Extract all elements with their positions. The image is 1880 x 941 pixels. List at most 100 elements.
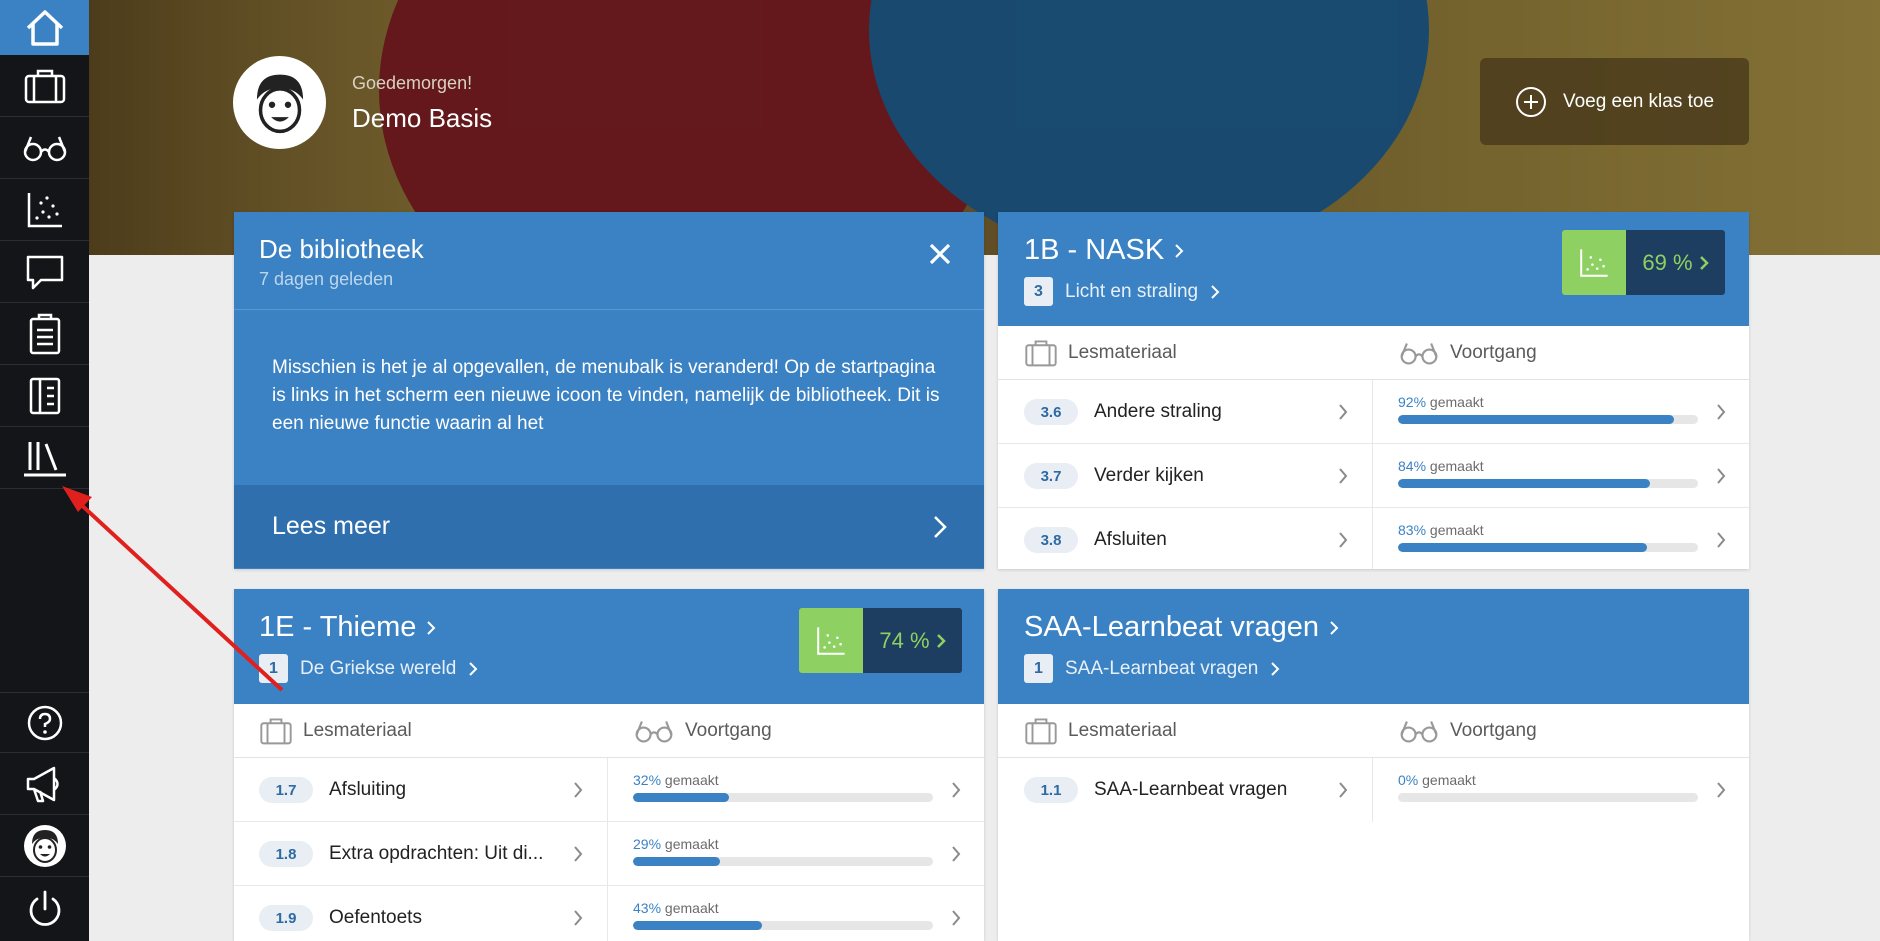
progress: 32% gemaakt: [633, 772, 933, 802]
briefcase-icon: [1025, 340, 1057, 367]
table-row[interactable]: 3.6 Andere straling 92% gemaakt: [998, 380, 1749, 444]
add-class-label: Voeg een klas toe: [1562, 90, 1715, 112]
help-icon: [27, 705, 62, 740]
table-row[interactable]: 3.8 Afsluiten 83% gemaakt: [998, 508, 1749, 569]
progress-percent: 92%: [1398, 394, 1427, 410]
class-card-header: 1B - NASK 3 Licht en straling 69 %: [998, 212, 1749, 326]
lesson-rows: 1.7 Afsluiting 32% gemaakt 1.8 Extra opdra…: [234, 758, 984, 941]
sidebar-help[interactable]: [0, 692, 89, 753]
progress-percent: 84%: [1398, 458, 1427, 474]
chevron-right-icon: [427, 620, 436, 635]
sidebar-profiel[interactable]: [0, 816, 89, 877]
progress-fill: [633, 857, 720, 866]
lesson-number: 1.8: [259, 841, 313, 867]
library-title: De bibliotheek: [259, 234, 424, 264]
close-icon: [929, 243, 951, 265]
progress-suffix: gemaakt: [1429, 522, 1484, 538]
lesson-name: Verder kijken: [1094, 465, 1204, 486]
chevron-right-icon: [952, 846, 961, 862]
library-close-button[interactable]: [928, 242, 952, 271]
score-button[interactable]: 69 %: [1562, 230, 1725, 295]
progress-bar: [633, 793, 933, 802]
chapter-link[interactable]: 3 Licht en straling: [1024, 277, 1220, 306]
add-class-button[interactable]: Voeg een klas toe: [1480, 58, 1749, 145]
column-label: Voortgang: [1450, 342, 1537, 363]
chevron-right-icon: [1717, 782, 1726, 798]
sidebar-resultaten[interactable]: [0, 180, 89, 241]
column-voortgang: Voortgang: [1398, 704, 1537, 758]
column-label: Voortgang: [685, 720, 772, 741]
lesson-name: Extra opdrachten: Uit di...: [329, 843, 544, 864]
chapter-link[interactable]: 1 SAA-Learnbeat vragen: [1024, 654, 1280, 683]
library-date: 7 dagen geleden: [259, 269, 394, 289]
progress-suffix: gemaakt: [664, 836, 719, 852]
progress-bar: [633, 857, 933, 866]
progress: 84% gemaakt: [1398, 458, 1698, 488]
briefcase-icon: [260, 718, 292, 745]
user-name: Demo Basis: [352, 103, 493, 133]
sidebar-voortgang[interactable]: [0, 118, 89, 179]
glasses-icon: [635, 721, 673, 743]
sidebar-home[interactable]: [0, 0, 89, 55]
column-label: Lesmateriaal: [303, 720, 412, 741]
library-card: De bibliotheek 7 dagen geleden Misschien…: [234, 212, 984, 569]
progress-percent: 29%: [633, 836, 662, 852]
progress-percent: 0%: [1398, 772, 1419, 788]
sidebar-lesmateriaal[interactable]: [0, 56, 89, 117]
scatter-chart-icon: [27, 193, 62, 228]
progress-suffix: gemaakt: [664, 900, 719, 916]
score-button[interactable]: 74 %: [799, 608, 962, 673]
lesson-name: Afsluiten: [1094, 529, 1167, 550]
sidebar-berichten[interactable]: [0, 242, 89, 303]
class-card-1b-nask: 1B - NASK 3 Licht en straling 69 % Lesma…: [998, 212, 1749, 569]
library-read-more[interactable]: Lees meer: [234, 485, 984, 568]
column-header-row: Lesmateriaal Voortgang: [998, 704, 1749, 758]
chevron-right-icon: [1271, 661, 1280, 676]
chevron-right-icon: [952, 910, 961, 926]
class-title-link[interactable]: 1E - Thieme: [259, 611, 436, 644]
user-avatar[interactable]: [233, 56, 326, 149]
table-row[interactable]: 1.9 Oefentoets 43% gemaakt: [234, 886, 984, 941]
table-row[interactable]: 1.1 SAA-Learnbeat vragen 0% gemaakt: [998, 758, 1749, 822]
lesson-name: SAA-Learnbeat vragen: [1094, 779, 1288, 800]
chevron-right-icon: [1211, 284, 1220, 299]
column-header-row: Lesmateriaal Voortgang: [234, 704, 984, 758]
lesson-rows: 1.1 SAA-Learnbeat vragen 0% gemaakt: [998, 758, 1749, 822]
avatar-icon: [23, 825, 66, 867]
chapter-link[interactable]: 1 De Griekse wereld: [259, 654, 478, 683]
class-card-header: 1E - Thieme 1 De Griekse wereld 74 %: [234, 589, 984, 704]
briefcase-icon: [1025, 718, 1057, 745]
chevron-right-icon: [936, 633, 946, 648]
sidebar-nieuws[interactable]: [0, 754, 89, 815]
lesson-name: Oefentoets: [329, 907, 422, 928]
progress-bar: [1398, 793, 1698, 802]
chevron-right-icon: [952, 782, 961, 798]
lesson-number: 1.9: [259, 905, 313, 931]
table-row[interactable]: 1.8 Extra opdrachten: Uit di... 29% gemaa…: [234, 822, 984, 886]
column-label: Lesmateriaal: [1068, 342, 1177, 363]
book-tabs-icon: [29, 377, 60, 415]
megaphone-icon: [26, 766, 59, 803]
library-body: Misschien is het je al opgevallen, de me…: [234, 309, 984, 485]
class-card-saa-learnbeat: SAA-Learnbeat vragen 1 SAA-Learnbeat vra…: [998, 589, 1749, 941]
lesson-number: 3.6: [1024, 399, 1078, 425]
chat-bubble-icon: [26, 255, 63, 290]
table-row[interactable]: 1.7 Afsluiting 32% gemaakt: [234, 758, 984, 822]
progress-fill: [633, 921, 762, 930]
progress: 92% gemaakt: [1398, 394, 1698, 424]
sidebar-bibliotheek[interactable]: [0, 428, 89, 489]
progress-suffix: gemaakt: [1429, 394, 1484, 410]
chevron-right-icon: [1330, 620, 1339, 635]
sidebar-uitloggen[interactable]: [0, 878, 89, 939]
chapter-title: SAA-Learnbeat vragen: [1065, 657, 1259, 679]
chevron-right-icon: [1175, 243, 1184, 258]
class-title-link[interactable]: SAA-Learnbeat vragen: [1024, 611, 1339, 644]
progress-bar: [1398, 415, 1698, 424]
glasses-icon: [1400, 721, 1438, 743]
chevron-right-icon: [1699, 255, 1709, 270]
table-row[interactable]: 3.7 Verder kijken 84% gemaakt: [998, 444, 1749, 508]
sidebar-methodes[interactable]: [0, 366, 89, 427]
plus-circle-icon: [1515, 86, 1546, 117]
class-title-link[interactable]: 1B - NASK: [1024, 234, 1184, 267]
sidebar-opdrachten[interactable]: [0, 304, 89, 365]
